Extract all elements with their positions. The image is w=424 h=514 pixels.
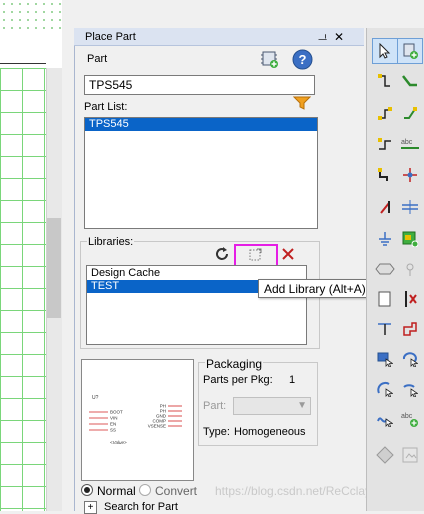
preview-pin-label: EN [110, 422, 116, 427]
packaging-title: Packaging [205, 357, 264, 371]
place-pin-icon[interactable] [372, 286, 398, 312]
draw-toolbar: abc abc [366, 28, 424, 511]
filter-icon[interactable] [292, 95, 312, 111]
search-for-part-label: Search for Part [104, 501, 178, 513]
refresh-icon[interactable] [213, 245, 231, 263]
normal-label: Normal [97, 484, 136, 498]
canvas-dot-grid [0, 0, 62, 30]
pin-icon[interactable]: ᆜ [318, 31, 327, 46]
part-preview: U? BOOT VIN EN SS PH PH GND COMP VSENSE … [81, 359, 194, 481]
place-no-connect-icon[interactable] [372, 162, 398, 188]
place-wire-icon[interactable] [372, 68, 398, 94]
place-polyline-icon[interactable] [397, 316, 423, 342]
preview-value: <Value> [110, 440, 127, 445]
part-label: Part [87, 53, 108, 65]
place-net-alias-icon[interactable] [372, 100, 398, 126]
splitter[interactable] [62, 0, 74, 511]
place-text-line-icon[interactable] [372, 316, 398, 342]
place-ground-icon[interactable] [397, 194, 423, 220]
preview-pin-label: VIN [110, 416, 118, 421]
panel-titlebar: Place Part ᆜ ✕ [74, 28, 364, 46]
place-elliptical-arc-icon[interactable] [397, 376, 423, 402]
convert-label: Convert [155, 484, 198, 498]
place-junction-icon[interactable] [372, 131, 398, 157]
canvas-scroll-thumb[interactable] [47, 218, 61, 318]
preview-ref: U? [92, 395, 99, 401]
place-port-icon[interactable] [397, 256, 423, 282]
list-item[interactable]: TPS545 [85, 118, 317, 131]
convert-radio[interactable] [139, 484, 151, 496]
place-bezier-icon[interactable] [372, 406, 398, 432]
svg-text:?: ? [298, 52, 306, 67]
parts-per-pkg-value: 1 [289, 374, 296, 386]
library-list[interactable]: Design Cache TEST [86, 265, 307, 345]
place-hierarchical-block-icon[interactable] [397, 226, 423, 252]
part-label: Part: [203, 400, 227, 412]
watermark: https://blog.csdn.net/ReCclay [215, 484, 372, 498]
place-image-icon[interactable] [397, 442, 423, 468]
place-part-icon[interactable] [397, 38, 423, 64]
close-icon[interactable]: ✕ [334, 30, 344, 44]
place-pin-array-icon[interactable] [397, 286, 423, 312]
place-net-label-icon[interactable]: abc [397, 131, 423, 157]
normal-radio[interactable] [81, 484, 93, 496]
parts-per-pkg-label: Parts per Pkg: [203, 374, 273, 386]
place-bus-icon[interactable] [397, 68, 423, 94]
panel-title: Place Part [85, 31, 136, 43]
place-rectangle-icon[interactable] [372, 346, 398, 372]
type-value: Homogeneous [234, 426, 306, 438]
chevron-down-icon: ▼ [297, 400, 307, 411]
place-ellipse-icon[interactable] [397, 346, 423, 372]
part-search-input[interactable] [84, 75, 315, 95]
place-off-page-connector-icon[interactable] [372, 256, 398, 282]
place-ieee-symbol-icon[interactable] [372, 442, 398, 468]
select-tool-icon[interactable] [372, 38, 398, 64]
expand-search-button[interactable]: + [84, 501, 97, 514]
part-select[interactable]: ▼ [233, 397, 311, 415]
help-icon[interactable]: ? [291, 48, 313, 70]
part-list-label: Part List: [84, 101, 128, 113]
type-label: Type: [203, 426, 230, 438]
place-power-icon[interactable] [397, 162, 423, 188]
place-arc-icon[interactable] [372, 376, 398, 402]
libraries-label: Libraries: [87, 236, 135, 248]
place-line-icon[interactable] [372, 194, 398, 220]
preview-pin-label: VSENSE [148, 424, 166, 429]
svg-text:abc: abc [401, 413, 413, 420]
add-part-icon[interactable] [259, 48, 281, 70]
place-text-icon[interactable]: abc [397, 406, 423, 432]
canvas-grid [0, 68, 46, 511]
preview-pin-label: SS [110, 428, 116, 433]
preview-pin-label: BOOT [110, 410, 123, 415]
place-gnd-symbol-icon[interactable] [372, 226, 398, 252]
part-list[interactable]: TPS545 [84, 117, 318, 229]
place-bus-entry-icon[interactable] [397, 100, 423, 126]
remove-library-icon[interactable] [279, 245, 297, 263]
add-library-tooltip: Add Library (Alt+A) [258, 279, 380, 298]
svg-text:abc: abc [401, 139, 413, 146]
